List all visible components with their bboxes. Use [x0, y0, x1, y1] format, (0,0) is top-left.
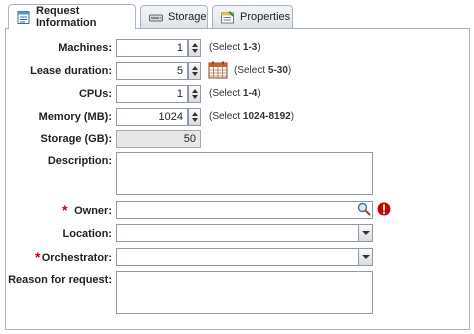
- memory-hint: (Select 1024-8192): [209, 111, 295, 122]
- tab-request-information[interactable]: Request Information: [8, 4, 136, 29]
- location-label: Location:: [62, 228, 113, 240]
- lease-duration-spinner[interactable]: [188, 62, 201, 80]
- machines-spinner[interactable]: [188, 39, 201, 57]
- tab-storage[interactable]: Storage: [140, 5, 208, 28]
- spin-down-icon[interactable]: [192, 72, 198, 76]
- lease-duration-label: Lease duration:: [30, 65, 112, 77]
- description-label: Description:: [47, 155, 112, 167]
- memory-input[interactable]: 1024: [116, 108, 188, 126]
- lease-duration-hint: (Select 5-30): [234, 65, 292, 76]
- properties-icon: [221, 10, 235, 24]
- tab-label: Storage: [168, 11, 207, 23]
- tab-label: Properties: [240, 11, 291, 23]
- cpus-label: CPUs:: [78, 88, 112, 100]
- cpus-spinner[interactable]: [188, 85, 201, 103]
- lease-duration-input[interactable]: 5: [116, 62, 188, 80]
- error-icon: [377, 202, 391, 216]
- reason-textarea[interactable]: [116, 271, 373, 314]
- storage-value: 50: [116, 130, 201, 148]
- orchestrator-label: Orchestrator:: [41, 252, 112, 264]
- orchestrator-select[interactable]: [116, 248, 373, 266]
- storage-label: Storage (GB):: [40, 133, 113, 145]
- machines-input[interactable]: 1: [116, 39, 188, 57]
- machines-label: Machines:: [58, 42, 112, 54]
- location-select[interactable]: [116, 224, 373, 242]
- spin-down-icon[interactable]: [192, 49, 198, 53]
- tab-bar: Request Information Storage Properties: [0, 0, 474, 29]
- reason-label: Reason for request:: [8, 274, 112, 286]
- cpus-hint: (Select 1-4): [209, 88, 261, 99]
- spin-down-icon[interactable]: [192, 118, 198, 122]
- spin-down-icon[interactable]: [192, 95, 198, 99]
- calendar-icon[interactable]: [208, 61, 228, 79]
- spin-up-icon[interactable]: [192, 112, 198, 116]
- spin-up-icon[interactable]: [192, 43, 198, 47]
- form-icon: [17, 10, 31, 24]
- disk-icon: [149, 11, 163, 24]
- owner-label: Owner:: [74, 205, 112, 217]
- cpus-input[interactable]: 1: [116, 85, 188, 103]
- owner-input[interactable]: [116, 201, 373, 219]
- machines-hint: (Select 1-3): [209, 42, 261, 53]
- search-icon[interactable]: [357, 202, 371, 216]
- spin-up-icon[interactable]: [192, 89, 198, 93]
- memory-label: Memory (MB):: [38, 111, 112, 123]
- chevron-down-icon[interactable]: [358, 249, 372, 265]
- chevron-down-icon[interactable]: [358, 225, 372, 241]
- spin-up-icon[interactable]: [192, 66, 198, 70]
- tab-label: Request Information: [36, 5, 97, 29]
- memory-spinner[interactable]: [188, 108, 201, 126]
- tab-properties[interactable]: Properties: [212, 5, 293, 28]
- description-textarea[interactable]: [116, 152, 373, 195]
